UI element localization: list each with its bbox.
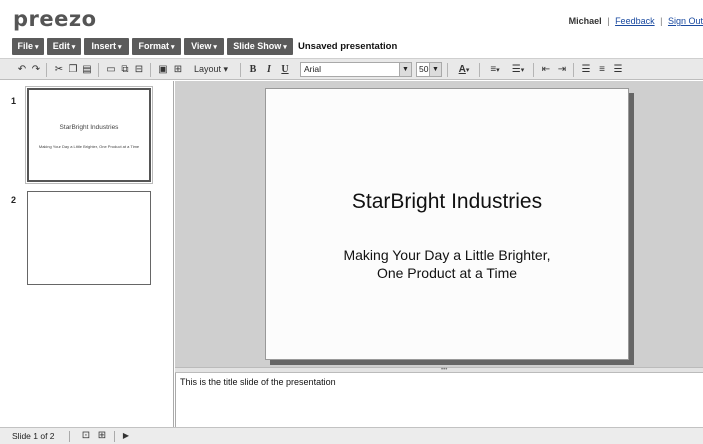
align-left-icon[interactable]: ☰ [579,62,593,77]
font-size-select[interactable]: 50 ▼ [416,62,442,77]
chevron-down-icon: ▾ [71,44,76,51]
chevron-down-icon: ▾ [283,44,287,51]
slide-number: 2 [11,195,17,205]
status-divider [69,431,70,442]
slide-counter: Slide 1 of 2 [12,431,55,441]
chevron-down-icon: ▾ [496,67,500,74]
chevron-down-icon: ▾ [223,64,229,74]
indent-icon[interactable]: ⇥ [555,62,569,77]
slide-thumbnail-2[interactable] [27,191,151,285]
bullet-list-button[interactable]: ☰▾ [507,62,529,77]
speaker-notes[interactable]: This is the title slide of the presentat… [175,373,703,427]
thumbnail-subtitle: Making Your Day a Little Brighter, One P… [38,144,140,149]
toolbar-divider [573,63,574,77]
current-slide[interactable]: StarBright Industries Making Your Day a … [265,88,629,360]
normal-view-icon[interactable]: ⊡ [79,430,93,442]
chevron-down-icon: ▾ [118,44,122,51]
toolbar-divider [447,63,448,77]
font-family-select[interactable]: Arial ▼ [300,62,412,77]
paste-icon[interactable]: ▤ [80,62,94,77]
toolbar-divider [46,63,47,77]
numbered-list-button[interactable]: ≡▾ [484,62,506,77]
outdent-icon[interactable]: ⇤ [539,62,553,77]
slide-title[interactable]: StarBright Industries [266,190,628,214]
undo-icon[interactable]: ↶ [15,62,29,77]
app-logo: preezo [13,7,97,31]
status-bar: Slide 1 of 2 ⊡ ⊞ ▶ [0,427,703,444]
toolbar-divider [240,63,241,77]
menu-insert-label: Insert [91,41,116,51]
chevron-down-icon: ▾ [520,67,525,74]
app-header: preezo Michael | Feedback | Sign Out [0,0,703,38]
chevron-down-icon: ▼ [429,63,441,76]
chevron-down-icon: ▾ [465,67,470,74]
user-name: Michael [568,16,602,26]
layout-icon[interactable]: ⊞ [171,62,185,77]
thumbnail-title: StarBright Industries [59,124,119,131]
link-separator: | [660,16,663,26]
font-color-label: A [458,64,466,75]
toolbar-divider [479,63,480,77]
slide-thumbnail-1[interactable]: StarBright Industries Making Your Day a … [25,86,153,184]
bullet-list-icon: ☰ [511,64,521,75]
align-right-icon[interactable]: ☰ [611,62,625,77]
slide-canvas-area: StarBright Industries Making Your Day a … [175,81,703,367]
align-center-icon[interactable]: ≡ [595,62,609,77]
chevron-down-icon: ▼ [399,63,411,76]
slide-thumbnail-panel: 1 StarBright Industries Making Your Day … [0,81,174,427]
menu-bar: File ▾ Edit ▾ Insert ▾ Format ▾ View ▾ Slide … [0,38,703,56]
menu-view-label: View [191,41,212,51]
menu-slide-show-label: Slide Show [233,41,282,51]
slide-subtitle-line-2: One Product at a Time [376,265,518,281]
menu-edit[interactable]: Edit ▾ [47,38,81,55]
new-slide-icon[interactable]: ▭ [104,62,118,77]
menu-edit-label: Edit [52,41,70,51]
menu-insert[interactable]: Insert ▾ [84,38,129,55]
menu-file[interactable]: File ▾ [12,38,44,55]
copy-icon[interactable]: ❐ [66,62,80,77]
font-color-button[interactable]: A▾ [452,62,476,77]
redo-icon[interactable]: ↷ [29,62,43,77]
slide-subtitle[interactable]: Making Your Day a Little Brighter, One P… [266,246,628,282]
duplicate-slide-icon[interactable]: ⧉ [118,62,132,77]
layout-button[interactable]: Layout ▾ [186,62,236,77]
link-separator: | [607,16,610,26]
play-icon[interactable]: ▶ [119,430,133,442]
cut-icon[interactable]: ✂ [52,62,66,77]
layout-label: Layout [193,64,221,74]
menu-file-label: File [17,41,33,51]
toolbar-divider [150,63,151,77]
slide-sorter-icon[interactable]: ⊞ [95,430,109,442]
slide-number: 1 [11,96,17,106]
notes-text[interactable]: This is the title slide of the presentat… [180,377,336,387]
delete-slide-icon[interactable]: ⊟ [132,62,146,77]
italic-button[interactable]: I [262,62,276,77]
sign-out-link[interactable]: Sign Out [668,16,703,26]
feedback-link[interactable]: Feedback [615,16,655,26]
toolbar-divider [98,63,99,77]
chevron-down-icon: ▾ [213,44,217,51]
user-links: Michael | Feedback | Sign Out [569,16,703,26]
font-size-value: 50 [419,64,429,74]
menu-format[interactable]: Format ▾ [132,38,181,55]
menu-view[interactable]: View ▾ [184,38,224,55]
font-family-value: Arial [304,64,322,74]
chevron-down-icon: ▾ [171,44,175,51]
status-divider [114,431,115,442]
bold-button[interactable]: B [246,62,260,77]
menu-slide-show[interactable]: Slide Show ▾ [227,38,293,55]
underline-button[interactable]: U [278,62,292,77]
document-title[interactable]: Unsaved presentation [298,38,397,55]
menu-format-label: Format [138,41,169,51]
formatting-toolbar: ↶ ↷ ✂ ❐ ▤ ▭ ⧉ ⊟ ▣ ⊞ Layout ▾ B I U Arial… [0,58,703,80]
toolbar-divider [533,63,534,77]
chevron-down-icon: ▾ [35,44,39,51]
slide-subtitle-line-1: Making Your Day a Little Brighter, [343,247,551,263]
image-icon[interactable]: ▣ [156,62,170,77]
